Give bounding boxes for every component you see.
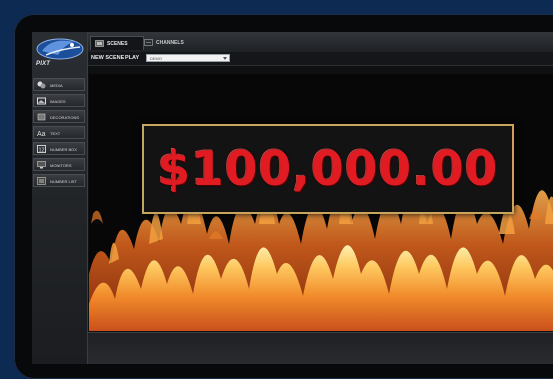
channels-icon bbox=[144, 39, 153, 46]
scene-select-value: DEMO bbox=[150, 56, 162, 61]
tab-bar: SCENES CHANNELS bbox=[88, 32, 553, 52]
sidebar-item-media[interactable]: MEDIA bbox=[33, 78, 85, 91]
sidebar-item-images[interactable]: IMAGES bbox=[33, 94, 85, 107]
sidebar-item-number-list[interactable]: NUMBER LIST bbox=[33, 174, 85, 187]
sidebar-item-number-box[interactable]: 12 NUMBER BOX bbox=[33, 142, 85, 155]
monitors-icon bbox=[36, 161, 46, 169]
prize-amount: $100,000.00 bbox=[157, 141, 499, 197]
prize-display: $100,000.00 bbox=[142, 124, 514, 214]
number-list-icon bbox=[36, 177, 46, 185]
logo-subtitle: PIXT bbox=[36, 61, 51, 67]
sidebar-item-label: IMAGES bbox=[50, 99, 66, 104]
sidebar: PIXT MEDIA IMAGES DECORATIONS Aa TEXT 12… bbox=[32, 32, 88, 364]
app-window: PIXT MEDIA IMAGES DECORATIONS Aa TEXT 12… bbox=[32, 32, 553, 364]
sidebar-item-label: NUMBER LIST bbox=[50, 179, 77, 184]
scene-toolbar: NEW SCENE PLAY DEMO bbox=[88, 52, 553, 66]
media-icon bbox=[36, 81, 46, 89]
sidebar-list: MEDIA IMAGES DECORATIONS Aa TEXT 12 NUMB… bbox=[32, 78, 86, 190]
sidebar-item-label: MEDIA bbox=[50, 83, 63, 88]
sidebar-item-label: MONITORS bbox=[50, 163, 72, 168]
svg-text:12: 12 bbox=[38, 148, 44, 154]
sidebar-item-label: DECORATIONS bbox=[50, 115, 80, 120]
tab-channels[interactable]: CHANNELS bbox=[140, 36, 208, 49]
decorations-icon bbox=[36, 113, 46, 121]
sidebar-item-label: NUMBER BOX bbox=[50, 147, 77, 152]
sidebar-item-decorations[interactable]: DECORATIONS bbox=[33, 110, 85, 123]
images-icon bbox=[36, 97, 46, 105]
new-scene-button[interactable]: NEW SCENE bbox=[91, 55, 124, 61]
sidebar-item-monitors[interactable]: MONITORS bbox=[33, 158, 85, 171]
svg-text:Aa: Aa bbox=[37, 131, 46, 137]
play-button[interactable]: PLAY bbox=[125, 55, 139, 61]
number-box-icon: 12 bbox=[36, 145, 46, 153]
tab-label: SCENES bbox=[107, 40, 128, 47]
text-icon: Aa bbox=[36, 129, 46, 137]
tab-scenes[interactable]: SCENES bbox=[90, 36, 144, 50]
chevron-down-icon bbox=[223, 57, 227, 60]
scene-select[interactable]: DEMO bbox=[146, 54, 230, 62]
tab-label: CHANNELS bbox=[156, 39, 184, 46]
scenes-icon bbox=[95, 40, 104, 47]
sidebar-item-text[interactable]: Aa TEXT bbox=[33, 126, 85, 139]
scene-preview[interactable]: $100,000.00 bbox=[89, 74, 553, 331]
bottom-panel bbox=[88, 332, 553, 364]
sidebar-item-label: TEXT bbox=[50, 131, 61, 136]
